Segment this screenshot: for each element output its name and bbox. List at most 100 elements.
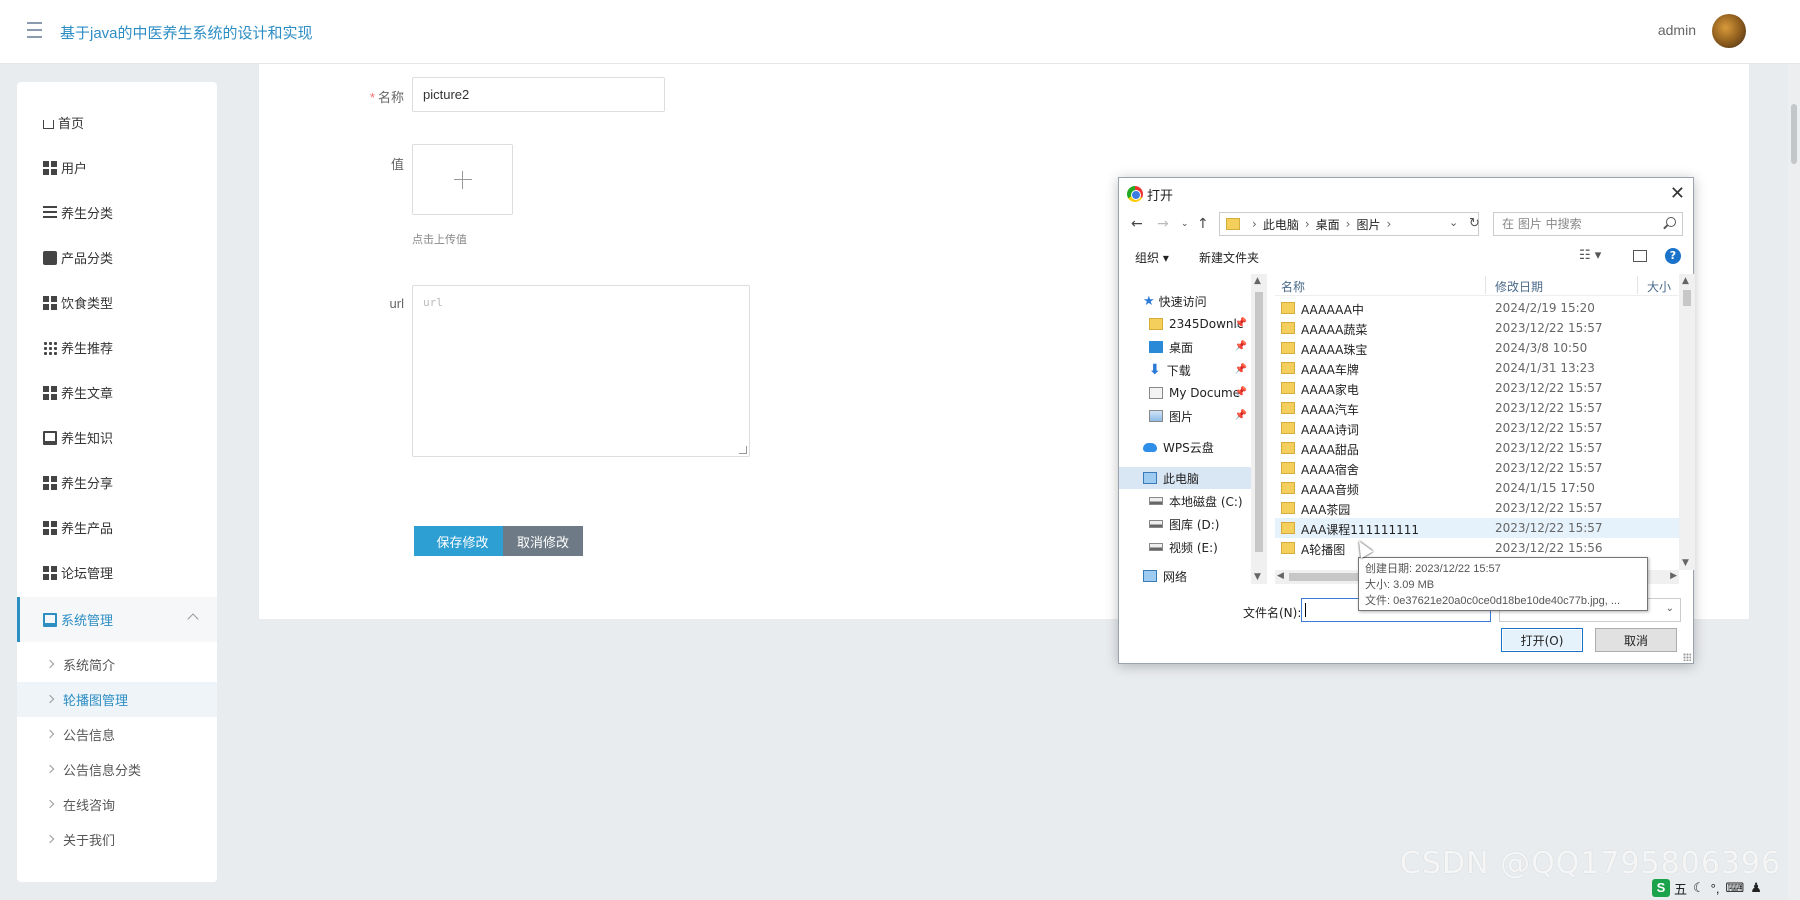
breadcrumb-item[interactable]: 图片 [1356,216,1380,233]
file-row[interactable]: AAAAAA中 2024/2/19 15:20 [1275,298,1679,318]
list-header: 名称 修改日期 大小 [1275,274,1679,296]
tree-item-drive-d[interactable]: 图库 (D:) [1119,513,1251,535]
preview-pane-icon[interactable] [1633,250,1647,262]
tree-item-network[interactable]: 网络 [1119,565,1251,584]
ime-mode[interactable]: 五 [1674,879,1687,898]
column-size[interactable]: 大小 [1647,278,1671,295]
avatar[interactable] [1712,14,1746,48]
search-input[interactable]: 在 图片 中搜索 [1493,212,1683,236]
refresh-icon[interactable]: ↻ [1469,216,1480,231]
sidebar-item-label: 系统管理 [61,613,114,628]
close-button[interactable]: ✕ [1670,183,1685,204]
menu-toggle-icon[interactable] [20,22,42,40]
page-scrollbar[interactable] [1788,64,1800,900]
file-date: 2023/12/22 15:57 [1495,461,1603,475]
chevron-down-icon[interactable]: ⌄ [1449,216,1458,229]
sogou-ime-icon[interactable]: S [1652,879,1670,897]
submenu-item-about[interactable]: 关于我们 [17,822,217,857]
file-row[interactable]: AAAA音频 2024/1/15 17:50 [1275,478,1679,498]
sidebar-item-forum[interactable]: 论坛管理 [17,550,217,595]
url-textarea[interactable]: url [412,285,750,457]
file-row[interactable]: AAAA汽车 2023/12/22 15:57 [1275,398,1679,418]
folder-icon [1281,362,1295,374]
file-row[interactable]: AAAA车牌 2024/1/31 13:23 [1275,358,1679,378]
file-row[interactable]: AAAA宿舍 2023/12/22 15:57 [1275,458,1679,478]
keyboard-icon[interactable]: ⌨ [1725,880,1744,896]
sidebar-item-health-category[interactable]: 养生分类 [17,190,217,235]
forward-arrow-icon[interactable]: → [1157,216,1169,232]
grid-icon [43,475,57,490]
chevron-right-icon [45,659,55,669]
submenu-item-notice-category[interactable]: 公告信息分类 [17,752,217,787]
column-name[interactable]: 名称 [1281,278,1305,295]
sidebar-item-system[interactable]: 系统管理 [17,597,217,642]
tree-item-download[interactable]: ⬇ 下载 📌 [1119,359,1251,381]
file-row[interactable]: AAAAA珠宝 2024/3/8 10:50 [1275,338,1679,358]
sidebar-item-products[interactable]: 养生产品 [17,505,217,550]
cancel-button[interactable]: 取消修改 [503,526,583,556]
file-row[interactable]: A轮播图 2023/12/22 15:56 [1275,538,1679,558]
file-row[interactable]: AAAA诗词 2023/12/22 15:57 [1275,418,1679,438]
moon-icon[interactable]: ☾ [1693,880,1705,896]
resize-grip-icon[interactable] [1683,653,1691,661]
submenu-item-carousel[interactable]: 轮播图管理 [17,682,217,717]
folder-icon [1281,542,1295,554]
file-name: AAAA甜品 [1301,443,1359,457]
view-options-icon[interactable]: ☷ ▾ [1579,248,1601,263]
submenu-item-consult[interactable]: 在线咨询 [17,787,217,822]
address-bar[interactable]: › 此电脑 › 桌面 › 图片 › [1219,212,1479,236]
file-row[interactable]: AAAA家电 2023/12/22 15:57 [1275,378,1679,398]
sidebar-item-users[interactable]: 用户 [17,145,217,190]
file-row[interactable]: AAA茶园 2023/12/22 15:57 [1275,498,1679,518]
help-icon[interactable]: ? [1665,248,1681,264]
sidebar-item-home[interactable]: 首页 [17,100,217,145]
tree-item-drive-c[interactable]: 本地磁盘 (C:) [1119,490,1251,512]
url-label: url [389,296,404,311]
tree-item-documents[interactable]: My Docume 📌 [1119,382,1251,404]
upload-box[interactable] [412,144,513,215]
sidebar-item-diet-type[interactable]: 饮食类型 [17,280,217,325]
submenu-item-system-intro[interactable]: 系统简介 [17,647,217,682]
file-list-vertical-scrollbar[interactable]: ▲ ▼ [1679,274,1695,570]
tree-item-wps-cloud[interactable]: WPS云盘 [1119,436,1251,458]
open-button[interactable]: 打开(O) [1501,628,1583,652]
back-arrow-icon[interactable]: ← [1131,216,1143,232]
tree-item-drive-e[interactable]: 视频 (E:) [1119,536,1251,558]
user-icon[interactable]: ♟ [1750,880,1762,896]
file-row[interactable]: AAAA甜品 2023/12/22 15:57 [1275,438,1679,458]
recent-dropdown-icon[interactable]: ⌄ [1181,219,1189,229]
tree-item-this-pc[interactable]: 此电脑 [1119,467,1251,489]
breadcrumb-item[interactable]: 桌面 [1316,216,1340,233]
organize-button[interactable]: 组织 ▾ [1135,249,1169,266]
file-date: 2024/1/15 17:50 [1495,481,1595,495]
dialog-cancel-button[interactable]: 取消 [1595,628,1677,652]
name-input[interactable]: picture2 [412,77,665,112]
sidebar-item-product-category[interactable]: 产品分类 [17,235,217,280]
file-row[interactable]: AAA课程111111111 2023/12/22 15:57 [1275,518,1679,538]
breadcrumb-item[interactable]: 此电脑 [1263,216,1299,233]
filename-label: 文件名(N): [1243,606,1302,620]
file-row[interactable]: AAAAA蔬菜 2023/12/22 15:57 [1275,318,1679,338]
tree-item-quick-access[interactable]: ★ 快速访问 [1119,290,1251,312]
grid-icon [43,385,57,400]
punctuation-icon[interactable]: °, [1711,881,1720,896]
tree-item-downloads-folder[interactable]: 2345Downlc 📌 [1119,313,1251,335]
sidebar-item-knowledge[interactable]: 养生知识 [17,415,217,460]
resize-handle-icon[interactable] [739,446,747,454]
new-folder-button[interactable]: 新建文件夹 [1199,249,1259,266]
tree-item-desktop[interactable]: 桌面 📌 [1119,336,1251,358]
sidebar-item-recommend[interactable]: 养生推荐 [17,325,217,370]
sidebar-item-articles[interactable]: 养生文章 [17,370,217,415]
file-date: 2024/2/19 15:20 [1495,301,1595,315]
submenu-item-notice[interactable]: 公告信息 [17,717,217,752]
column-date[interactable]: 修改日期 [1495,278,1543,295]
username[interactable]: admin [1658,22,1696,38]
tree-scrollbar[interactable]: ▲ ▼ [1251,274,1267,584]
folder-icon [1281,382,1295,394]
sidebar-item-share[interactable]: 养生分享 [17,460,217,505]
save-button[interactable]: 保存修改 [414,526,511,556]
tree-item-pictures[interactable]: 图片 📌 [1119,405,1251,427]
up-arrow-icon[interactable]: ↑ [1197,216,1209,232]
tree-item-label: 图库 (D:) [1169,517,1220,532]
cloud-icon [1143,442,1157,452]
